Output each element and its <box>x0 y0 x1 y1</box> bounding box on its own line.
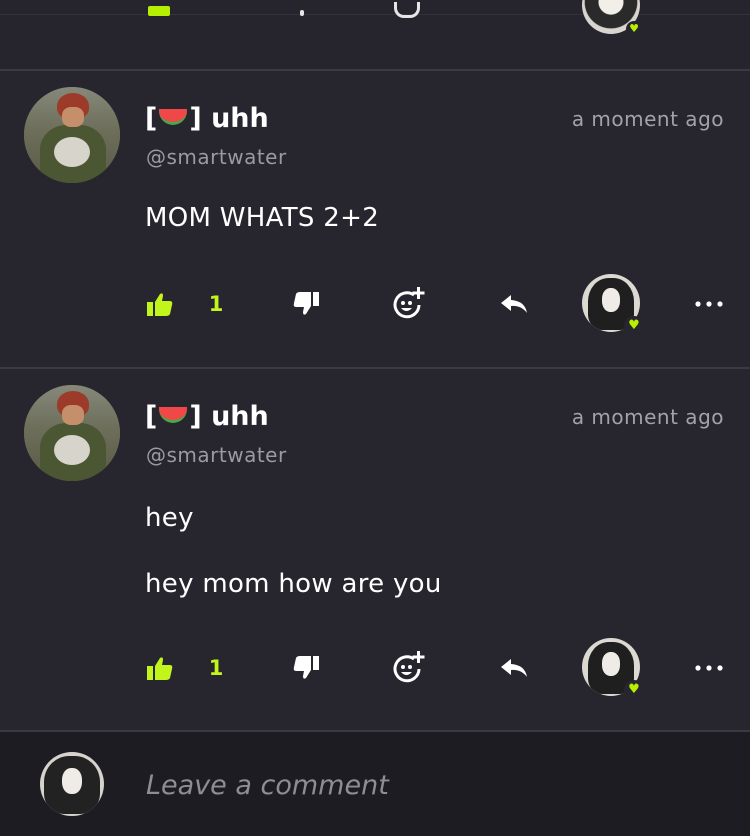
thumbs-up-icon <box>147 657 173 680</box>
user-handle[interactable]: @smartwater <box>146 443 287 467</box>
more-options-button[interactable] <box>692 274 726 334</box>
comment-input[interactable] <box>144 762 704 808</box>
watermelon-icon <box>159 407 188 423</box>
comment-post: [ ] uhh @smartwater a moment ago MOM WHAT… <box>0 71 750 367</box>
like-button[interactable] <box>146 638 174 698</box>
avatar[interactable] <box>24 385 120 481</box>
username-bracket: [ <box>145 103 158 134</box>
reply-button[interactable] <box>498 638 530 698</box>
comment-composer <box>0 732 750 836</box>
heart-icon: ♥ <box>624 316 644 336</box>
thumbs-down-icon <box>293 656 319 679</box>
heart-icon: ♥ <box>626 21 642 37</box>
more-options-button[interactable] <box>692 638 726 698</box>
dislike-button[interactable] <box>292 274 320 334</box>
dislike-icon[interactable] <box>300 10 304 16</box>
like-count: 1 <box>208 656 224 680</box>
reply-icon <box>501 295 527 313</box>
timestamp: a moment ago <box>571 107 724 131</box>
thumbs-down-icon <box>293 292 319 315</box>
like-button[interactable] <box>146 274 174 334</box>
reply-icon <box>501 659 527 677</box>
heart-icon: ♥ <box>624 680 644 700</box>
action-bar: 1 ♥ <box>0 274 750 336</box>
add-reaction-icon <box>393 287 425 319</box>
ellipsis-icon <box>695 301 723 307</box>
comment-text-line: hey mom how are you <box>145 569 442 599</box>
username-bracket: [ <box>145 401 158 432</box>
like-icon[interactable] <box>148 6 170 16</box>
avatar[interactable] <box>24 87 120 183</box>
previous-post-fragment: ♥ <box>0 0 750 70</box>
username[interactable]: [ ] uhh <box>145 401 269 432</box>
username[interactable]: [ ] uhh <box>145 103 269 134</box>
comment-text: MOM WHATS 2+2 <box>145 203 380 233</box>
timestamp: a moment ago <box>571 405 724 429</box>
reply-button[interactable] <box>498 274 530 334</box>
ellipsis-icon <box>695 665 723 671</box>
current-user-avatar[interactable] <box>40 752 104 816</box>
username-text: ] uhh <box>189 103 269 134</box>
user-handle[interactable]: @smartwater <box>146 145 287 169</box>
add-reaction-icon[interactable] <box>394 2 420 18</box>
comments-feed: ♥ [ ] uhh @smartwater a moment ago MOM WH… <box>0 0 750 836</box>
comment-text-line: hey <box>145 503 194 533</box>
username-text: ] uhh <box>189 401 269 432</box>
watermelon-icon <box>159 109 188 125</box>
dislike-button[interactable] <box>292 638 320 698</box>
action-bar: 1 ♥ <box>0 638 750 700</box>
thumbs-up-icon <box>147 293 173 316</box>
add-reaction-icon <box>393 651 425 683</box>
like-count: 1 <box>208 292 224 316</box>
comment-post: [ ] uhh @smartwater a moment ago hey hey … <box>0 369 750 731</box>
add-reaction-button[interactable] <box>392 274 426 334</box>
add-reaction-button[interactable] <box>392 638 426 698</box>
